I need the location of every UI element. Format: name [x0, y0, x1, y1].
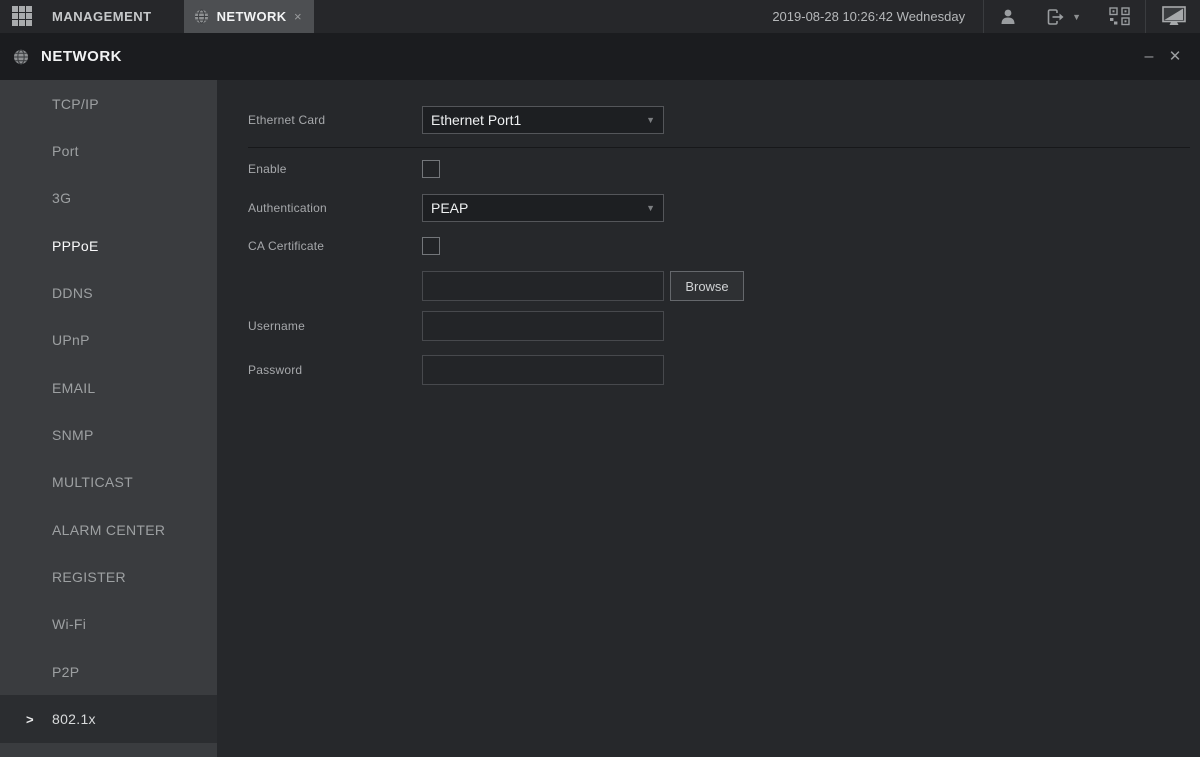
sidebar-item-label: ALARM CENTER [52, 521, 166, 538]
sidebar-item-p2p[interactable]: P2P [0, 648, 217, 695]
sidebar-item-register[interactable]: REGISTER [0, 553, 217, 600]
sidebar-item-label: Wi-Fi [52, 616, 87, 633]
management-label[interactable]: MANAGEMENT [52, 9, 152, 24]
sidebar-item-multicast[interactable]: MULTICAST [0, 459, 217, 506]
tab-close-icon[interactable]: × [292, 8, 304, 25]
authentication-select[interactable]: PEAP ▼ [422, 194, 664, 222]
sidebar-item-label: Port [52, 143, 79, 160]
ethernet-card-select[interactable]: Ethernet Port1 ▼ [422, 106, 664, 134]
sidebar-item-port[interactable]: Port [0, 127, 217, 174]
ca-certificate-label: CA Certificate [248, 239, 325, 253]
sidebar-item-upnp[interactable]: UPnP [0, 317, 217, 364]
logout-icon[interactable]: ▼ [1032, 0, 1095, 33]
top-bar: MANAGEMENT NETWORK × 2019-08-28 10:26:42… [0, 0, 1200, 33]
sidebar-item-wi-fi[interactable]: Wi-Fi [0, 601, 217, 648]
sidebar-item-label: SNMP [52, 427, 94, 444]
sidebar-item-802-1x[interactable]: > 802.1x [0, 695, 217, 743]
sidebar-item-label: MULTICAST [52, 474, 133, 491]
enable-row: Enable [248, 160, 1200, 178]
username-input[interactable] [422, 311, 664, 341]
password-row: Password [248, 355, 1200, 385]
sidebar-item-ddns[interactable]: DDNS [0, 269, 217, 316]
close-button[interactable]: ✕ [1162, 49, 1188, 64]
sidebar-item-label: REGISTER [52, 569, 126, 586]
ethernet-card-label: Ethernet Card [248, 113, 326, 127]
enable-label: Enable [248, 162, 287, 176]
main-menu-grid-icon[interactable] [12, 6, 34, 28]
authentication-label: Authentication [248, 201, 327, 215]
sidebar: TCP/IP Port 3G PPPoE DDNS UPnP EMAIL SNM… [0, 80, 217, 757]
enable-checkbox[interactable] [422, 160, 440, 178]
ca-certificate-row: CA Certificate [248, 237, 1200, 255]
dropdown-arrow-icon: ▼ [646, 203, 655, 213]
browse-button[interactable]: Browse [670, 271, 744, 301]
sidebar-item-label: EMAIL [52, 379, 96, 396]
nvr-management-app: MANAGEMENT NETWORK × 2019-08-28 10:26:42… [0, 0, 1200, 757]
globe-icon [194, 9, 209, 24]
section-divider [248, 147, 1190, 148]
window-title: NETWORK [41, 48, 122, 65]
ca-file-row: Browse [248, 271, 1200, 301]
username-row: Username [248, 311, 1200, 341]
tab-network[interactable]: NETWORK × [183, 0, 314, 33]
user-icon[interactable] [984, 0, 1032, 33]
ethernet-card-value: Ethernet Port1 [431, 112, 522, 128]
sidebar-item-label: TCP/IP [52, 95, 99, 112]
sidebar-item-alarm-center[interactable]: ALARM CENTER [0, 506, 217, 553]
tab-network-label: NETWORK [216, 9, 287, 24]
authentication-value: PEAP [431, 200, 469, 216]
username-label: Username [248, 319, 305, 333]
display-icon[interactable] [1146, 0, 1200, 33]
sidebar-item-label: DDNS [52, 285, 93, 302]
window-body: TCP/IP Port 3G PPPoE DDNS UPnP EMAIL SNM… [0, 80, 1200, 757]
ca-file-input[interactable] [422, 271, 664, 301]
sidebar-item-3g[interactable]: 3G [0, 175, 217, 222]
qr-code-icon[interactable] [1095, 0, 1145, 33]
password-label: Password [248, 363, 303, 377]
authentication-row: Authentication PEAP ▼ [248, 194, 1200, 222]
sidebar-item-label: 3G [52, 190, 72, 207]
sidebar-item-label: P2P [52, 663, 80, 680]
network-globe-icon [13, 48, 29, 65]
ethernet-card-row: Ethernet Card Ethernet Port1 ▼ [248, 106, 1200, 134]
datetime-display: 2019-08-28 10:26:42 Wednesday [772, 9, 966, 24]
sidebar-item-label: 802.1x [52, 711, 96, 728]
window-titlebar: NETWORK – ✕ [0, 33, 1200, 80]
sidebar-item-snmp[interactable]: SNMP [0, 411, 217, 458]
sidebar-item-email[interactable]: EMAIL [0, 364, 217, 411]
password-input[interactable] [422, 355, 664, 385]
ca-certificate-checkbox[interactable] [422, 237, 440, 255]
dropdown-arrow-icon: ▼ [646, 115, 655, 125]
sidebar-item-tcp-ip[interactable]: TCP/IP [0, 80, 217, 127]
minimize-button[interactable]: – [1136, 48, 1162, 65]
sidebar-item-label: PPPoE [52, 237, 99, 254]
sidebar-item-label: UPnP [52, 332, 90, 349]
sidebar-item-pppoe[interactable]: PPPoE [0, 222, 217, 269]
selected-arrow-icon: > [26, 711, 34, 727]
chevron-down-icon: ▼ [1072, 11, 1081, 22]
topbar-right: 2019-08-28 10:26:42 Wednesday ▼ [772, 0, 1200, 33]
settings-panel-802-1x: Ethernet Card Ethernet Port1 ▼ Enable Au… [217, 80, 1200, 757]
